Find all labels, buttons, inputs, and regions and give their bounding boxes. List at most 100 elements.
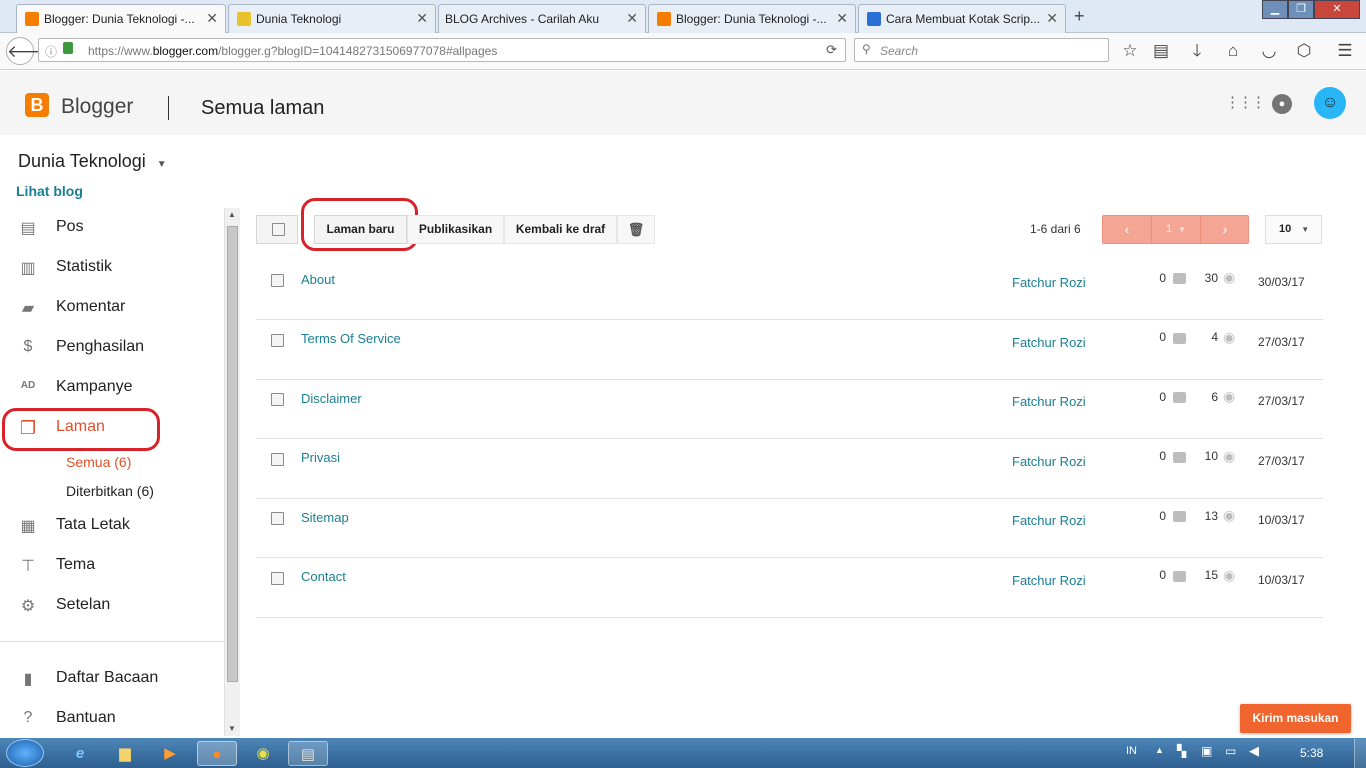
page-select[interactable]: 1 ▼ xyxy=(1152,216,1201,243)
tab-cara-membuat[interactable]: Cara Membuat Kotak Scrip... ✕ xyxy=(858,4,1066,33)
search-input[interactable]: ⚲ Search xyxy=(854,38,1109,62)
prev-page-icon[interactable]: ‹ xyxy=(1103,216,1152,243)
apps-grid-icon[interactable]: ⋮⋮⋮ xyxy=(1225,94,1266,112)
notification-bell-icon[interactable]: ● xyxy=(1272,94,1292,114)
close-icon[interactable]: ✕ xyxy=(836,10,848,27)
close-icon[interactable]: ✕ xyxy=(1046,10,1058,27)
network-icon[interactable]: ▚ xyxy=(1177,744,1186,758)
trash-icon[interactable]: 🗑 xyxy=(617,215,655,244)
sidebar-item-earnings[interactable]: $ Penghasilan xyxy=(0,330,225,366)
sidebar-item-reading-list[interactable]: ▮ Daftar Bacaan xyxy=(0,661,225,697)
scrollbar-thumb[interactable] xyxy=(227,226,238,682)
bookmark-star-icon[interactable]: ☆ xyxy=(1116,37,1144,65)
next-page-icon[interactable]: › xyxy=(1201,216,1249,243)
new-tab-icon[interactable]: + xyxy=(1074,6,1085,27)
page-author[interactable]: Fatchur Rozi xyxy=(1012,573,1086,588)
blog-selector[interactable]: Dunia Teknologi ▼ xyxy=(18,151,167,172)
menu-icon[interactable]: ☰ xyxy=(1331,37,1359,65)
page-title-link[interactable]: Contact xyxy=(301,569,346,584)
extension-icon[interactable]: ⬡ xyxy=(1290,37,1318,65)
back-icon[interactable]: 🡐 xyxy=(6,37,53,65)
sidebar-subitem-all[interactable]: Semua (6) xyxy=(66,454,131,470)
sidebar-item-posts[interactable]: ▤ Pos xyxy=(0,210,225,246)
row-checkbox[interactable] xyxy=(271,393,284,406)
info-icon[interactable]: ⓘ xyxy=(45,43,57,60)
table-row[interactable]: About Fatchur Rozi 0 30 ◉ 30/03/17 xyxy=(256,260,1323,320)
reload-icon[interactable]: ⟳ xyxy=(826,42,837,58)
page-title-link[interactable]: About xyxy=(301,272,335,287)
feedback-button[interactable]: Kirim masukan xyxy=(1240,704,1351,733)
view-blog-link[interactable]: Lihat blog xyxy=(16,183,83,199)
sidebar-item-help[interactable]: ? Bantuan xyxy=(0,701,225,737)
close-icon[interactable]: ✕ xyxy=(416,10,428,27)
tab-blog-archives[interactable]: BLOG Archives - Carilah Aku ✕ xyxy=(438,4,646,33)
ie-icon[interactable]: e xyxy=(60,741,100,766)
close-icon[interactable]: ✕ xyxy=(626,10,638,27)
per-page-select[interactable]: 10 ▼ xyxy=(1265,215,1322,244)
maximize-icon[interactable]: ❐ xyxy=(1288,0,1314,19)
tab-dunia-teknologi[interactable]: Dunia Teknologi ✕ xyxy=(228,4,436,33)
scroll-down-icon[interactable]: ▼ xyxy=(228,724,236,733)
folder-icon[interactable]: ▆ xyxy=(105,741,145,766)
start-button[interactable] xyxy=(6,739,44,767)
sidebar-item-campaigns[interactable]: AD Kampanye xyxy=(0,370,225,406)
page-author[interactable]: Fatchur Rozi xyxy=(1012,454,1086,469)
power-icon[interactable]: ▣ xyxy=(1201,744,1212,758)
page-title-link[interactable]: Privasi xyxy=(301,450,340,465)
reading-list-icon[interactable]: ▤ xyxy=(1147,37,1175,65)
table-row[interactable]: Sitemap Fatchur Rozi 0 13 ◉ 10/03/17 xyxy=(256,498,1323,558)
tab-blogger-active[interactable]: Blogger: Dunia Teknologi -... ✕ xyxy=(16,4,226,33)
page-title-link[interactable]: Terms Of Service xyxy=(301,331,401,346)
minimize-icon[interactable]: ▁ xyxy=(1262,0,1288,19)
show-hidden-icons-icon[interactable]: ▲ xyxy=(1155,745,1164,755)
sidebar-subitem-published[interactable]: Diterbitkan (6) xyxy=(66,483,154,499)
page-title-link[interactable]: Sitemap xyxy=(301,510,349,525)
row-checkbox[interactable] xyxy=(271,512,284,525)
sidebar-item-theme[interactable]: ⊤ Tema xyxy=(0,548,225,584)
pocket-icon[interactable]: ◡ xyxy=(1255,37,1283,65)
url-bar[interactable]: ⓘ https://www.blogger.com/blogger.g?blog… xyxy=(38,38,846,62)
revert-to-draft-button[interactable]: Kembali ke draf xyxy=(504,215,617,244)
window-close-icon[interactable]: ✕ xyxy=(1314,0,1360,19)
row-checkbox[interactable] xyxy=(271,334,284,347)
home-icon[interactable]: ⌂ xyxy=(1219,37,1247,65)
volume-icon[interactable]: ◀ xyxy=(1249,743,1259,759)
select-all-checkbox[interactable] xyxy=(272,223,285,236)
brand-name[interactable]: Blogger xyxy=(61,95,133,119)
eye-icon: ◉ xyxy=(1223,388,1236,404)
scroll-up-icon[interactable]: ▲ xyxy=(228,210,236,219)
show-desktop-button[interactable] xyxy=(1354,739,1366,768)
close-icon[interactable]: ✕ xyxy=(206,10,218,27)
blogger-logo-icon[interactable]: B xyxy=(25,93,49,117)
avatar[interactable]: ☺ xyxy=(1314,87,1346,119)
firefox-icon[interactable]: ● xyxy=(197,741,237,766)
sidebar-item-stats[interactable]: ▥ Statistik xyxy=(0,250,225,286)
table-row[interactable]: Terms Of Service Fatchur Rozi 0 4 ◉ 27/0… xyxy=(256,320,1323,380)
display-icon[interactable]: ▭ xyxy=(1225,744,1236,758)
tab-blogger[interactable]: Blogger: Dunia Teknologi -... ✕ xyxy=(648,4,856,33)
download-icon[interactable]: 🡓 xyxy=(1183,37,1211,65)
page-title-link[interactable]: Disclaimer xyxy=(301,391,362,406)
sidebar-item-layout[interactable]: ▦ Tata Letak xyxy=(0,508,225,544)
clock[interactable]: 5:38 xyxy=(1300,746,1323,760)
chrome-icon[interactable]: ◉ xyxy=(243,741,283,766)
table-row[interactable]: Disclaimer Fatchur Rozi 0 6 ◉ 27/03/17 xyxy=(256,379,1323,439)
select-all-checkbox-wrap[interactable] xyxy=(256,215,298,244)
table-row[interactable]: Privasi Fatchur Rozi 0 10 ◉ 27/03/17 xyxy=(256,439,1323,499)
page-author[interactable]: Fatchur Rozi xyxy=(1012,394,1086,409)
row-checkbox[interactable] xyxy=(271,453,284,466)
row-checkbox[interactable] xyxy=(271,274,284,287)
page-author[interactable]: Fatchur Rozi xyxy=(1012,275,1086,290)
notepad-icon[interactable]: ▤ xyxy=(288,741,328,766)
sidebar-item-comments[interactable]: ▰ Komentar xyxy=(0,290,225,326)
media-player-icon[interactable]: ▶ xyxy=(150,741,190,766)
blog-name: Dunia Teknologi xyxy=(18,151,146,171)
sidebar-scrollbar[interactable]: ▲ ▼ xyxy=(224,208,240,736)
language-indicator[interactable]: IN xyxy=(1126,745,1137,757)
sidebar-item-settings[interactable]: ⚙ Setelan xyxy=(0,588,225,624)
row-checkbox[interactable] xyxy=(271,572,284,585)
publish-button[interactable]: Publikasikan xyxy=(407,215,504,244)
page-author[interactable]: Fatchur Rozi xyxy=(1012,335,1086,350)
table-row[interactable]: Contact Fatchur Rozi 0 15 ◉ 10/03/17 xyxy=(256,558,1323,618)
page-author[interactable]: Fatchur Rozi xyxy=(1012,513,1086,528)
